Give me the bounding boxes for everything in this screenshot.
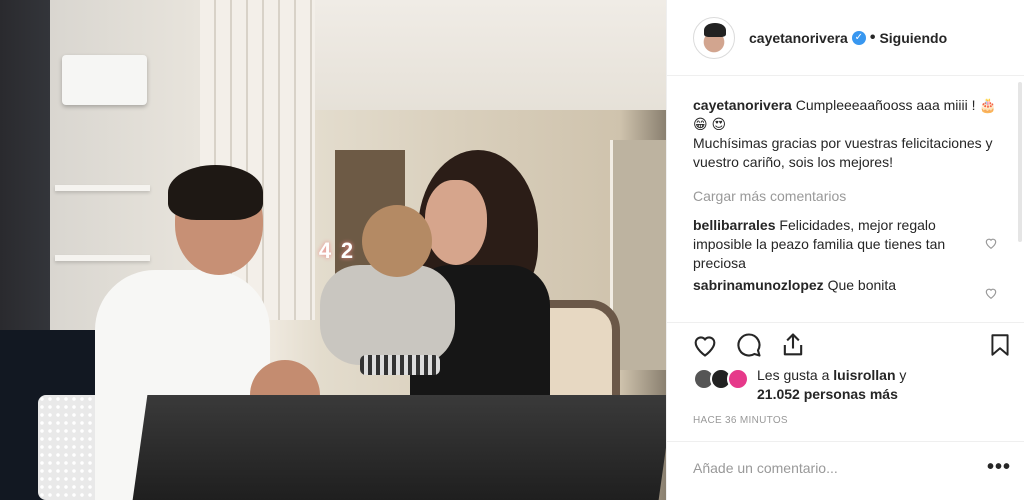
comment-username[interactable]: sabrinamunozlopez <box>693 277 824 293</box>
separator-dot: • <box>869 28 876 46</box>
photo-baby-legs <box>360 355 440 375</box>
caption-username[interactable]: cayetanorivera <box>693 97 792 113</box>
share-icon[interactable] <box>779 331 807 359</box>
likes-prefix: Les gusta a <box>757 367 830 383</box>
photo-baby-body <box>320 265 455 365</box>
post-side-panel: cayetanorivera ✓ • Siguiendo cayetanoriv… <box>666 0 1024 500</box>
add-comment-bar: Añade un comentario... ••• <box>667 441 1024 500</box>
caption-text-2: Muchísimas gracias por vuestras felicita… <box>693 135 993 170</box>
comment-text: Que bonita <box>827 277 897 293</box>
photo-man-hair <box>168 165 263 220</box>
post-timestamp[interactable]: HACE 36 MINUTOS <box>693 415 788 426</box>
candle-digit: 2 <box>340 238 354 263</box>
comment-like-heart-icon[interactable] <box>984 286 998 300</box>
photo-woman-face <box>425 180 487 265</box>
comment-username[interactable]: bellibarrales <box>693 217 776 233</box>
comments-list[interactable]: cayetanorivera Cumpleeeaañooss aaa miiii… <box>693 96 1006 320</box>
likes-connector: y <box>899 367 907 383</box>
likes-count[interactable]: 21.052 personas más <box>757 386 898 402</box>
candle-digit: 4 <box>318 238 332 263</box>
avatar[interactable] <box>693 16 735 59</box>
action-bar <box>667 322 1024 372</box>
comment-item: bellibarrales Felicidades, mejor regalo … <box>693 216 1006 273</box>
bookmark-icon[interactable] <box>987 331 1013 359</box>
photo-baby-head <box>362 205 432 277</box>
post-header: cayetanorivera ✓ • Siguiendo <box>667 0 1024 76</box>
photo-table <box>132 395 666 500</box>
comment-bubble-icon[interactable] <box>735 331 763 359</box>
like-heart-icon[interactable] <box>691 331 719 359</box>
load-more-comments-button[interactable]: Cargar más comentarios <box>693 187 1006 206</box>
comment-like-heart-icon[interactable] <box>984 236 998 250</box>
post-photo[interactable]: 4 2 <box>0 0 666 500</box>
more-options-icon[interactable]: ••• <box>987 456 1011 479</box>
photo-shelf <box>55 255 150 261</box>
photo-shelf <box>55 185 150 191</box>
post-caption: cayetanorivera Cumpleeeaañooss aaa miiii… <box>693 96 1006 172</box>
add-comment-input[interactable]: Añade un comentario... <box>693 460 838 476</box>
verified-badge-icon: ✓ <box>851 30 866 45</box>
photo-ceiling <box>300 0 666 110</box>
following-button[interactable]: Siguiendo <box>879 30 947 46</box>
photo-air-conditioner <box>62 55 147 105</box>
header-username[interactable]: cayetanorivera <box>749 30 848 46</box>
liker-avatar <box>727 368 749 390</box>
likes-text: Les gusta a luisrollan y 21.052 personas… <box>757 366 906 404</box>
liker-avatars <box>693 368 751 390</box>
comments-scrollbar[interactable] <box>1018 82 1022 242</box>
likes-summary: Les gusta a luisrollan y 21.052 personas… <box>693 366 1006 404</box>
liker-username[interactable]: luisrollan <box>833 367 895 383</box>
comment-item: sabrinamunozlopez Que bonita <box>693 276 1006 299</box>
